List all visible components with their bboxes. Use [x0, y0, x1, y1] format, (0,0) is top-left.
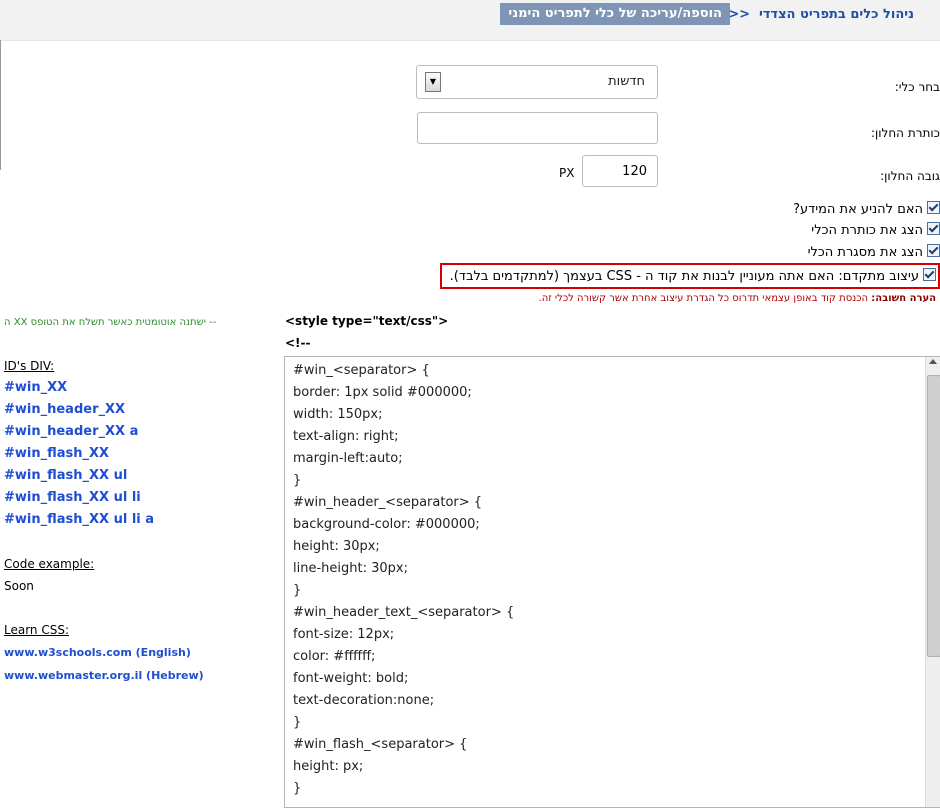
scroll-thumb[interactable] [927, 375, 940, 657]
code-line: border: 1px solid #000000; [293, 385, 472, 400]
webmaster-link[interactable]: www.webmaster.org.il (Hebrew) [4, 669, 204, 682]
code-line: #win_flash_<separator> { [293, 737, 468, 752]
tool-select[interactable]: חדשות ▼ [416, 65, 658, 99]
window-title-input[interactable] [417, 112, 658, 144]
advanced-design-checkbox-label: עיצוב מתקדם: האם אתה מעוניין לבנות את קו… [449, 269, 919, 284]
show-frame-checkbox[interactable] [927, 244, 940, 257]
checkbox-row-show-title: הצג את כותרת הכלי [811, 222, 940, 240]
checkbox-row-advanced: עיצוב מתקדם: האם אתה מעוניין לבנות את קו… [450, 268, 936, 286]
code-line: #win_<separator> { [293, 363, 430, 378]
css-code-lines: #win_<separator> { border: 1px solid #000… [293, 360, 514, 800]
code-line: } [293, 583, 302, 598]
code-line: font-size: 12px; [293, 627, 395, 642]
breadcrumb-separator: >> [728, 7, 750, 22]
checkbox-row-animate: האם להניע את המידע? [793, 201, 940, 219]
show-title-checkbox[interactable] [927, 222, 940, 235]
scroll-up-icon[interactable] [929, 359, 937, 364]
ids-div-title: ID's DIV: [4, 359, 55, 373]
window-height-label: גובה החלון: [880, 169, 940, 183]
checkbox-row-show-frame: הצג את מסגרת הכלי [808, 244, 940, 262]
window-title-label: כותרת החלון: [870, 126, 940, 140]
code-line: text-decoration:none; [293, 693, 435, 708]
id-link[interactable]: #win_flash_XX [4, 446, 109, 461]
id-link[interactable]: #win_flash_XX ul [4, 468, 127, 483]
important-note: הערה חשובה: הכנסת קוד באופן עצמאי תדרוס … [539, 293, 936, 304]
code-line: margin-left:auto; [293, 451, 403, 466]
animate-checkbox-label: האם להניע את המידע? [793, 202, 923, 217]
comment-open-tag: <!-- [285, 336, 311, 350]
show-frame-checkbox-label: הצג את מסגרת הכלי [807, 245, 923, 260]
breadcrumb: ניהול כלים בתפריט הצדדי >> הוספה/עריכה ש… [0, 0, 940, 41]
id-link[interactable]: #win_XX [4, 380, 67, 395]
advanced-design-box: עיצוב מתקדם: האם אתה מעוניין לבנות את קו… [440, 263, 940, 289]
advanced-design-checkbox[interactable] [923, 268, 936, 281]
select-tool-label: בחר כלי: [894, 80, 940, 94]
id-link[interactable]: #win_header_XX a [4, 424, 138, 439]
chevron-down-icon[interactable]: ▼ [425, 72, 441, 92]
code-example-title: Code example: [4, 557, 95, 571]
code-line: height: px; [293, 759, 364, 774]
height-unit-label: PX [559, 166, 575, 180]
left-border [0, 40, 1, 170]
code-line: width: 150px; [293, 407, 383, 422]
animate-checkbox[interactable] [927, 201, 940, 214]
important-note-title: הערה חשובה: [871, 293, 936, 304]
id-link[interactable]: #win_header_XX [4, 402, 125, 417]
code-line: color: #ffffff; [293, 649, 376, 664]
code-line: #win_header_<separator> { [293, 495, 483, 510]
learn-css-title: Learn CSS: [4, 623, 70, 637]
w3schools-link[interactable]: www.w3schools.com (English) [4, 646, 191, 659]
id-link[interactable]: #win_flash_XX ul li a [4, 512, 154, 527]
auto-change-hint: -- ישתנה אוטומטית כאשר תשלח את הטופס XX … [4, 317, 217, 328]
code-example-text: Soon [4, 579, 34, 593]
code-line: } [293, 473, 302, 488]
breadcrumb-home-link[interactable]: ניהול כלים בתפריט הצדדי [759, 7, 914, 22]
code-line: } [293, 781, 302, 796]
window-height-input[interactable] [582, 155, 658, 187]
breadcrumb-current-page: הוספה/עריכה של כלי לתפריט הימני [500, 3, 730, 25]
tool-select-value: חדשות [608, 74, 645, 89]
id-link[interactable]: #win_flash_XX ul li [4, 490, 141, 505]
code-scrollbar[interactable] [925, 357, 940, 807]
code-line: font-weight: bold; [293, 671, 409, 686]
show-title-checkbox-label: הצג את כותרת הכלי [811, 223, 923, 238]
code-line: text-align: right; [293, 429, 399, 444]
code-line: background-color: #000000; [293, 517, 480, 532]
css-code-textarea[interactable]: #win_<separator> { border: 1px solid #000… [284, 356, 940, 808]
style-open-tag: <style type="text/css"> [285, 314, 449, 328]
code-line: } [293, 715, 302, 730]
code-line: line-height: 30px; [293, 561, 408, 576]
code-line: #win_header_text_<separator> { [293, 605, 515, 620]
important-note-text: הכנסת קוד באופן עצמאי תדרוס כל הגדרת עיצ… [538, 293, 872, 304]
code-line: height: 30px; [293, 539, 380, 554]
